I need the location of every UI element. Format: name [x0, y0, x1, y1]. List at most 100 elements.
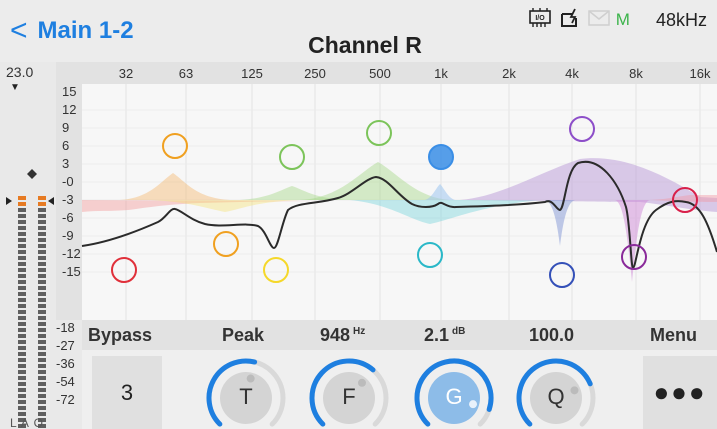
freq-value: 948 — [320, 325, 351, 345]
freq-label: 2k — [502, 66, 516, 81]
db-label: -6 — [62, 210, 74, 225]
meter-segment — [18, 322, 26, 326]
meter-segment — [38, 196, 46, 200]
meter-segment — [18, 298, 26, 302]
meter-segment — [18, 334, 26, 338]
db-label: 9 — [62, 120, 69, 135]
meter-segment — [38, 268, 46, 272]
db-label: 6 — [62, 138, 69, 153]
meter-segment — [38, 304, 46, 308]
band-number-button[interactable]: 3 — [92, 356, 162, 429]
db-label: -9 — [62, 228, 74, 243]
freq-label: 63 — [179, 66, 193, 81]
freq-label: 250 — [304, 66, 326, 81]
meter-segment — [38, 340, 46, 344]
freq-label: 1k — [434, 66, 448, 81]
meter-db-label: -54 — [56, 374, 75, 389]
meter-segment — [18, 328, 26, 332]
meter-right-marker-icon — [48, 197, 54, 205]
db-label: -0 — [62, 174, 74, 189]
meter-segment — [18, 256, 26, 260]
meter-segment — [38, 280, 46, 284]
meter-segment — [38, 208, 46, 212]
meter-segment — [18, 214, 26, 218]
filter-type-button[interactable]: Peak — [222, 325, 264, 346]
freq-label: 32 — [119, 66, 133, 81]
db-label: -15 — [62, 264, 81, 279]
sample-rate: 48kHz — [655, 9, 707, 30]
control-panel: 3 T F G Q ●●● — [82, 350, 717, 429]
freq-label: 8k — [629, 66, 643, 81]
meter-segment — [18, 208, 26, 212]
meter-segment — [38, 406, 46, 410]
meter-segment — [18, 268, 26, 272]
freq-label: 16k — [690, 66, 711, 81]
meter-segment — [18, 316, 26, 320]
gain-unit: dB — [452, 326, 466, 337]
meter-segment — [38, 262, 46, 266]
meter-db-label: -36 — [56, 356, 75, 371]
meter-segment — [18, 358, 26, 362]
meter-segment — [38, 298, 46, 302]
freq-label: 4k — [565, 66, 579, 81]
gain-value: 2.1 — [424, 325, 450, 345]
meter-db-label: -27 — [56, 338, 75, 353]
meter-segment — [18, 250, 26, 254]
q-readout[interactable]: 100.0 — [529, 325, 574, 346]
svg-text:I/O: I/O — [535, 15, 545, 22]
freq-label: 125 — [241, 66, 263, 81]
eq-graph[interactable]: 32 63 125 250 500 1k 2k 4k 8k 16k 1512963-0-3-6-9… — [0, 62, 717, 320]
meter-segment — [38, 310, 46, 314]
knob-indicator — [246, 374, 255, 383]
knob-label: Q — [547, 384, 565, 409]
io-chip-icon: I/O — [528, 7, 552, 33]
bypass-button[interactable]: Bypass — [88, 325, 152, 346]
meter-segment — [38, 328, 46, 332]
meter-segment — [18, 220, 26, 224]
meter-segment — [38, 358, 46, 362]
param-row: Bypass Peak 948 Hz 2.1 dB 100.0 Menu — [82, 320, 717, 350]
back-button[interactable]: < Main 1-2 — [10, 14, 134, 48]
meter-segment — [38, 388, 46, 392]
meter-segment — [18, 292, 26, 296]
meter-segment — [38, 220, 46, 224]
meter-segment — [38, 250, 46, 254]
meter-segment — [18, 400, 26, 404]
db-label: 3 — [62, 156, 69, 171]
meter-segment — [18, 388, 26, 392]
meter-segment — [38, 370, 46, 374]
db-label: 12 — [62, 102, 76, 117]
meter-segment — [38, 202, 46, 206]
page-title: Channel R — [308, 32, 422, 58]
meter-segment — [18, 376, 26, 380]
meter-segment — [18, 406, 26, 410]
meter-segment — [38, 286, 46, 290]
meter-segment — [38, 382, 46, 386]
meter-db-label: -18 — [56, 320, 75, 335]
meter-segment — [38, 226, 46, 230]
db-label: -3 — [62, 192, 74, 207]
freq-label: 500 — [369, 66, 391, 81]
meter-segment — [38, 322, 46, 326]
knob-q[interactable]: Q — [514, 356, 598, 429]
db-label: -12 — [62, 246, 81, 261]
meter-segment — [38, 376, 46, 380]
meter-segment — [18, 394, 26, 398]
gain-value-readout[interactable]: 2.1 dB — [424, 325, 465, 346]
knob-t[interactable]: T — [204, 356, 288, 429]
more-button[interactable]: ●●● — [643, 356, 717, 429]
battery-icon — [560, 8, 580, 33]
band-handle-blue[interactable] — [428, 144, 454, 170]
knob-f[interactable]: F — [307, 356, 391, 429]
meter-segment — [38, 334, 46, 338]
meter-segment — [18, 286, 26, 290]
knob-label: T — [239, 384, 253, 409]
meter-segment — [18, 244, 26, 248]
meter-segment — [18, 280, 26, 284]
knob-g[interactable]: G — [412, 356, 496, 429]
meter-left-marker-icon — [6, 197, 12, 205]
header-bar: < Main 1-2 Channel R I/O M 48kHz — [0, 0, 717, 62]
status-bar: I/O M 48kHz — [520, 7, 707, 33]
menu-button[interactable]: Menu — [650, 325, 697, 346]
freq-readout[interactable]: 948 Hz — [320, 325, 365, 346]
